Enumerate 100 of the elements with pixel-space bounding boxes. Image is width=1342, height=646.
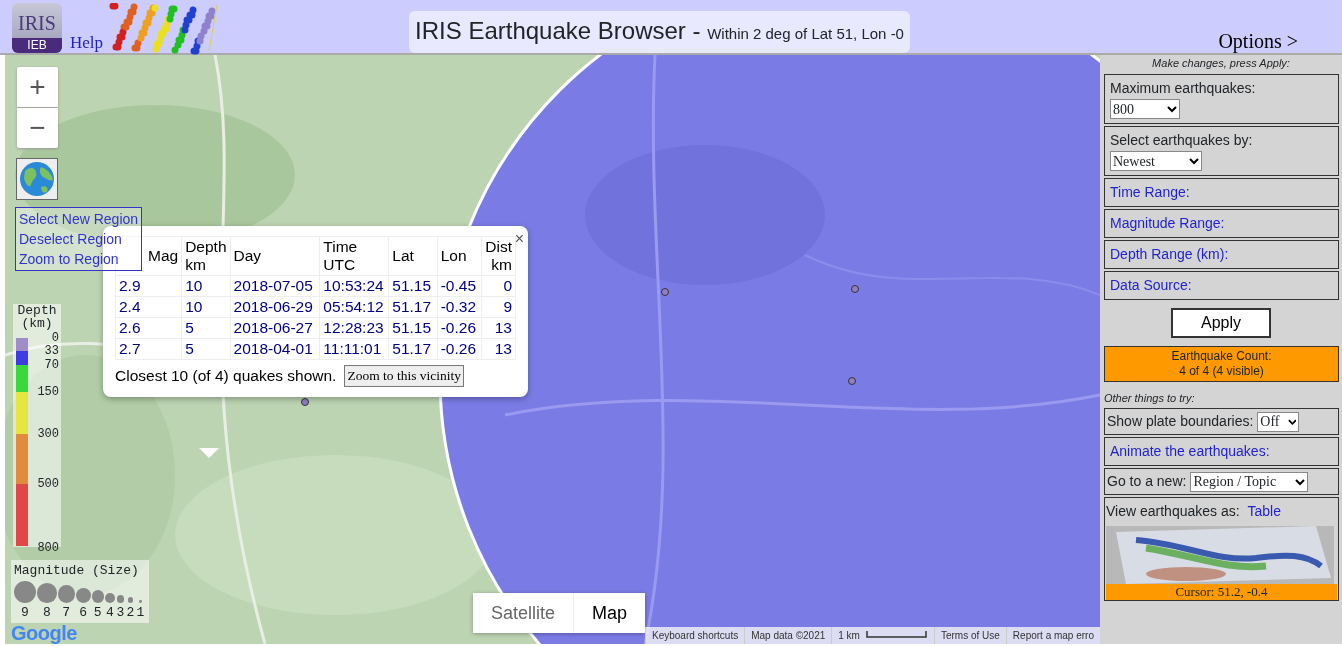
dropdown[interactable]: Newest — [1110, 151, 1202, 171]
globe-button[interactable] — [16, 158, 58, 200]
table-link[interactable]: Table — [1247, 503, 1281, 519]
size-label: 4 — [106, 603, 114, 622]
logo-text: IEB — [12, 38, 62, 53]
field-label: View earthquakes as: — [1106, 503, 1241, 519]
close-button[interactable]: × — [514, 227, 524, 251]
tick-label: 70 — [44, 359, 59, 371]
table-cell: 10 — [181, 275, 231, 297]
map-type-tab[interactable]: Map — [573, 593, 646, 633]
legend-title: Depth — [16, 304, 58, 317]
scale-bar-icon — [865, 629, 928, 639]
table-cell: 2.7 — [115, 338, 182, 360]
quake-marker[interactable] — [848, 377, 856, 385]
region-menu-item[interactable]: Deselect Region — [19, 229, 122, 249]
dropdown[interactable]: 800 — [1110, 99, 1180, 119]
table-cell: 5 — [181, 317, 231, 339]
size-label: 7 — [62, 603, 71, 622]
column-header: Day — [230, 236, 320, 276]
table-cell: 11:11:01 — [319, 338, 389, 360]
caret-icon — [1189, 157, 1199, 165]
field-label: Select earthquakes by: — [1110, 130, 1254, 150]
column-header: Depth km — [181, 236, 231, 276]
size-label: 6 — [79, 603, 88, 622]
field-label: Show plate boundaries: — [1107, 412, 1254, 431]
attribution-link[interactable]: Terms of Use — [933, 627, 1006, 644]
table-cell: 0 — [481, 275, 516, 297]
table-cell: 9 — [481, 296, 516, 318]
globe-icon — [19, 161, 55, 197]
column-header: Lat — [388, 236, 438, 276]
table-cell: 51.15 — [388, 275, 438, 297]
table-cell: 51.17 — [388, 296, 438, 318]
logo[interactable]: IRIS IEB — [12, 3, 62, 53]
size-circle — [104, 592, 115, 603]
caret-icon — [1295, 477, 1306, 486]
panel-link[interactable]: Time Range: — [1110, 183, 1190, 200]
attribution-link[interactable]: Keyboard shortcuts — [645, 627, 745, 644]
popup-pointer — [199, 448, 219, 458]
hint-text: Make changes, press Apply: — [1151, 56, 1291, 71]
count-value: 4 of 4 (4 visible) — [1178, 363, 1265, 379]
cursor-readout: Cursor: 51.2, -0.4 — [1106, 584, 1337, 600]
scale-label: 1 km — [831, 627, 866, 644]
table-cell: 2.4 — [115, 296, 182, 318]
region-menu-item[interactable]: Select New Region — [19, 209, 139, 229]
table-cell: -0.32 — [437, 296, 482, 318]
table-cell: 2.9 — [115, 275, 182, 297]
table-cell: 2018-06-29 — [230, 296, 320, 318]
table-cell: -0.26 — [437, 317, 482, 339]
table-cell: -0.45 — [437, 275, 482, 297]
column-header: Dist km — [481, 236, 516, 276]
dropdown[interactable]: Off — [1257, 411, 1300, 432]
options-link[interactable]: Options > — [1218, 26, 1298, 53]
field-label: Maximum earthquakes: — [1110, 78, 1257, 98]
tick-label: 150 — [37, 386, 59, 398]
table-cell: 12:28:23 — [319, 317, 389, 339]
size-label: 1 — [136, 603, 145, 622]
tick-label: 33 — [44, 345, 59, 357]
size-label: 2 — [126, 603, 135, 622]
page-title: IRIS Earthquake Browser - — [415, 17, 702, 44]
table-cell: 51.15 — [388, 317, 438, 339]
quake-marker[interactable] — [661, 288, 669, 296]
hint-text: Other things to try: — [1104, 390, 1196, 406]
size-circle — [116, 594, 125, 603]
help-link[interactable]: Help — [70, 30, 104, 53]
quake-marker[interactable] — [301, 398, 309, 406]
size-circle — [127, 597, 134, 603]
size-label: 3 — [116, 603, 125, 622]
panel-link[interactable]: Data Source: — [1110, 276, 1192, 293]
size-label: 8 — [42, 603, 51, 622]
field-label: Go to a new: — [1107, 472, 1187, 491]
table-cell: 13 — [481, 338, 516, 360]
page-subtitle: Within 2 deg of Lat 51, Lon -0 — [707, 25, 904, 42]
table-cell: 5 — [181, 338, 231, 360]
dropdown[interactable]: Region / Topic — [1190, 471, 1309, 492]
google-logo: Google — [11, 621, 77, 644]
apply-button[interactable]: Apply — [1171, 307, 1271, 338]
tick-label: 300 — [37, 428, 59, 440]
count-title: Earthquake Count: — [1170, 348, 1273, 364]
table-cell: 2018-04-01 — [230, 338, 320, 360]
table-cell: 2018-07-05 — [230, 275, 320, 297]
attribution-link[interactable]: Map data ©2021 — [744, 627, 832, 644]
size-circle — [139, 599, 142, 603]
tick-label: 0 — [51, 332, 59, 344]
table-cell: 05:54:12 — [319, 296, 389, 318]
caret-icon — [1167, 105, 1177, 113]
column-header: Lon — [437, 236, 482, 276]
table-cell: 10 — [181, 296, 231, 318]
zoom-vicinity-button[interactable]: Zoom to this vicinity — [344, 364, 465, 387]
legend-title: (km) — [21, 317, 53, 330]
table-cell: -0.26 — [437, 338, 482, 360]
map-type-tab[interactable]: Satellite — [473, 593, 574, 633]
size-label: 9 — [21, 603, 29, 622]
size-label: 5 — [93, 603, 102, 622]
zoom-out-button[interactable]: − — [17, 108, 58, 148]
table-cell: 51.17 — [388, 338, 438, 360]
tick-label: 500 — [37, 478, 59, 490]
zoom-in-button[interactable]: + — [17, 67, 58, 107]
region-menu-item[interactable]: Zoom to Region — [19, 249, 119, 269]
quake-marker[interactable] — [851, 285, 859, 293]
legend-title: Magnitude (Size) — [14, 562, 140, 580]
